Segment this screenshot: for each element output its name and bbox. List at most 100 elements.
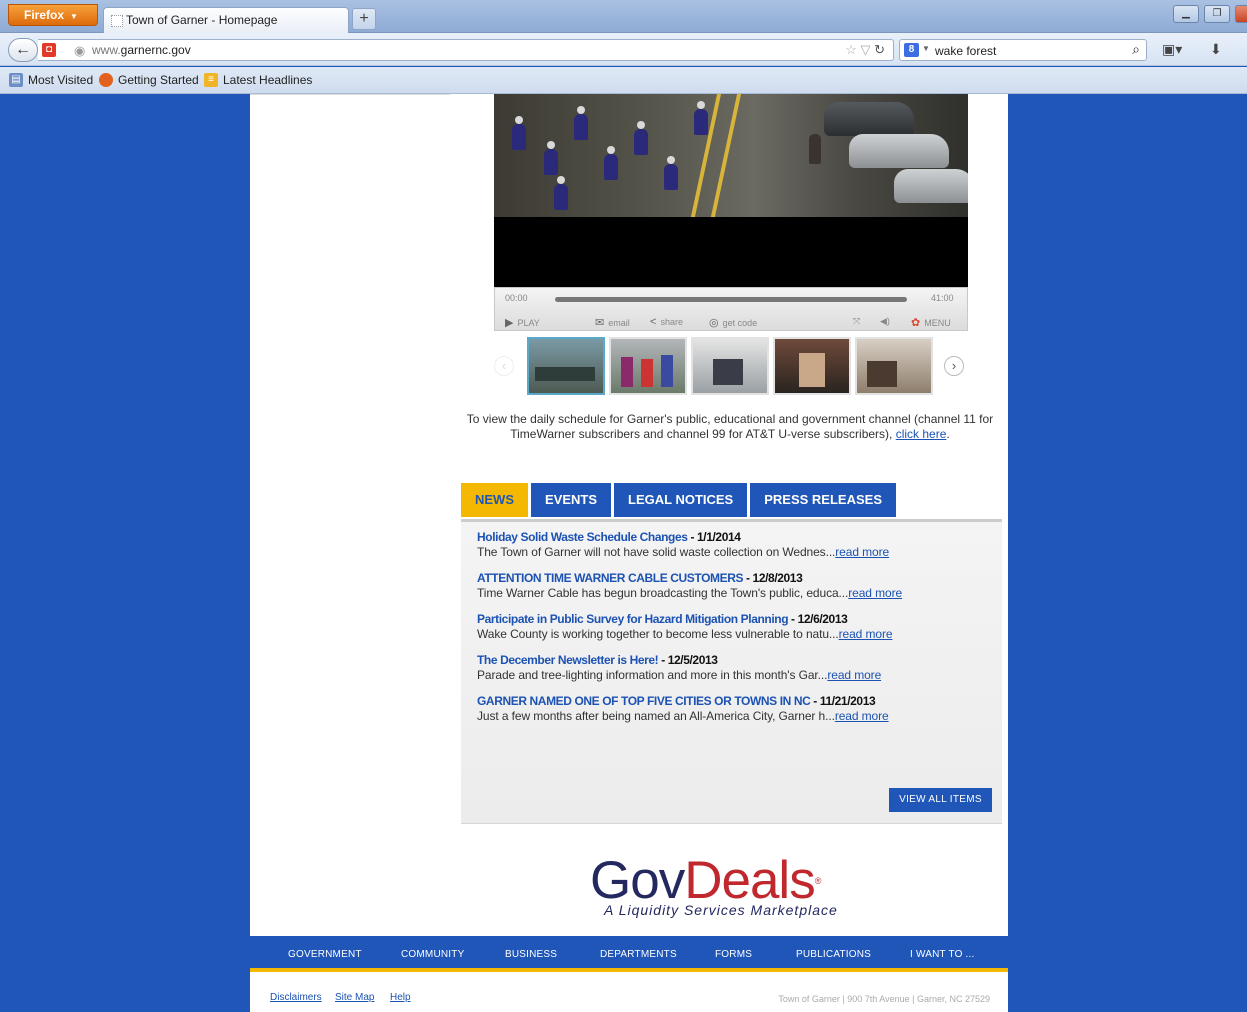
search-engine-icon[interactable]: 8 (904, 43, 919, 57)
news-title-link[interactable]: The December Newsletter is Here! (477, 653, 659, 667)
time-current: 00:00 (505, 293, 528, 303)
share-icon: < (650, 316, 657, 328)
news-summary: Just a few months after being named an A… (477, 709, 997, 723)
reload-icon[interactable]: ↻ (874, 42, 885, 57)
footer-nav-community[interactable]: COMMUNITY (401, 949, 464, 960)
thumbs-prev-icon[interactable]: ‹ (494, 356, 514, 376)
tab-press-releases[interactable]: PRESS RELEASES (750, 483, 896, 517)
bookmark-getting-started[interactable]: Getting Started (99, 73, 199, 87)
footer-nav-i-want-to[interactable]: I WANT TO ... (910, 949, 974, 960)
navigation-toolbar: ← ◘ ◉ www.garnernc.gov ☆ ▽ ↻ 8 ▼ wake fo… (0, 33, 1247, 66)
history-dropdown-icon[interactable]: ▽ (860, 42, 870, 57)
menu-button[interactable]: ✿ MENU (911, 316, 951, 329)
page-viewport: 00:00 41:00 ▶ PLAY ✉ email < share ◎ get cod… (4, 94, 1247, 1012)
progress-track[interactable] (555, 297, 907, 302)
restore-icon[interactable]: ❐ (1204, 5, 1230, 23)
bookmark-latest-headlines[interactable]: ≡ Latest Headlines (204, 73, 312, 87)
email-icon: ✉ (595, 317, 605, 329)
read-more-link[interactable]: read more (839, 627, 893, 641)
firefox-icon (99, 73, 113, 87)
play-icon: ▶ (505, 317, 514, 329)
footer-link-site-map[interactable]: Site Map (335, 992, 374, 1003)
read-more-link[interactable]: read more (835, 545, 889, 559)
marcher-figure (554, 176, 568, 210)
back-arrow-icon: ← (15, 41, 31, 58)
bookmark-most-visited[interactable]: ▤ Most Visited (9, 73, 93, 87)
share-label: share (660, 317, 683, 327)
get-code-button[interactable]: ◎ get code (709, 316, 757, 329)
govdeals-logo: GovDeals® (590, 854, 880, 908)
new-tab-button[interactable]: + (352, 8, 376, 30)
read-more-link[interactable]: read more (827, 668, 881, 682)
time-total: 41:00 (931, 293, 954, 303)
read-more-link[interactable]: read more (835, 709, 889, 723)
video-thumbnail[interactable] (691, 337, 769, 395)
search-icon[interactable]: ⌕ (1132, 41, 1140, 58)
tab-legal-notices[interactable]: LEGAL NOTICES (614, 483, 748, 517)
footer-link-disclaimers[interactable]: Disclaimers (270, 992, 322, 1003)
footer-nav-government[interactable]: GOVERNMENT (288, 949, 362, 960)
email-label: email (608, 317, 630, 328)
bookmarks-menu-icon[interactable]: ▣▾ (1162, 41, 1182, 58)
news-title-link[interactable]: Holiday Solid Waste Schedule Changes (477, 530, 688, 544)
town-address: Town of Garner | 900 7th Avenue | Garner… (778, 994, 990, 1004)
tab-news[interactable]: NEWS (461, 483, 528, 517)
video-frame (494, 94, 968, 217)
govdeals-ad[interactable]: GovDeals® A Liquidity Services Marketpla… (590, 854, 880, 924)
thumb-detail (867, 361, 897, 387)
news-title-link[interactable]: GARNER NAMED ONE OF TOP FIVE CITIES OR T… (477, 694, 811, 708)
marcher-figure (604, 146, 618, 180)
site-identity-icon[interactable]: ◘ (42, 43, 56, 57)
close-window-icon[interactable] (1235, 5, 1247, 23)
email-button[interactable]: ✉ email (595, 316, 630, 329)
video-thumbnail[interactable] (609, 337, 687, 395)
search-bar[interactable]: 8 ▼ wake forest ⌕ (899, 39, 1147, 61)
list-item: Participate in Public Survey for Hazard … (477, 612, 997, 641)
url-controls: ☆ ▽ ↻ (845, 42, 885, 58)
thumb-detail (621, 357, 633, 387)
bookmark-label: Getting Started (118, 73, 199, 87)
video-thumbnail[interactable] (773, 337, 851, 395)
browser-tab[interactable]: Town of Garner - Homepage (103, 7, 349, 33)
volume-icon[interactable]: ◀) (880, 316, 890, 327)
play-button[interactable]: ▶ PLAY (505, 316, 540, 329)
minimize-icon[interactable]: ▁ (1173, 5, 1199, 23)
address-bar[interactable]: ◘ ◉ www.garnernc.gov ☆ ▽ ↻ (38, 39, 894, 61)
news-excerpt: Time Warner Cable has begun broadcasting… (477, 586, 849, 600)
marcher-figure (544, 141, 558, 175)
news-excerpt: Parade and tree-lighting information and… (477, 668, 828, 682)
video-thumbnail[interactable] (527, 337, 605, 395)
video-thumbnail[interactable] (855, 337, 933, 395)
thumbs-next-icon[interactable]: › (944, 356, 964, 376)
video-thumbnail-strip: ‹ › (494, 336, 968, 398)
tab-events[interactable]: EVENTS (531, 483, 612, 517)
news-date: - 1/1/2014 (687, 530, 741, 544)
footer-nav-forms[interactable]: FORMS (715, 949, 752, 960)
spectator-figure (809, 134, 821, 164)
footer-nav-publications[interactable]: PUBLICATIONS (796, 949, 871, 960)
footer-nav-departments[interactable]: DEPARTMENTS (600, 949, 677, 960)
footer-nav-business[interactable]: BUSINESS (505, 949, 557, 960)
search-input[interactable]: wake forest (935, 44, 996, 58)
view-all-items-button[interactable]: VIEW ALL ITEMS (889, 788, 992, 812)
downloads-icon[interactable]: ⬇ (1210, 41, 1222, 58)
news-excerpt: Just a few months after being named an A… (477, 709, 835, 723)
news-title-link[interactable]: ATTENTION TIME WARNER CABLE CUSTOMERS (477, 571, 743, 585)
page-container: 00:00 41:00 ▶ PLAY ✉ email < share ◎ get cod… (250, 94, 1008, 1012)
schedule-link[interactable]: click here (896, 427, 947, 441)
firefox-menu-label: Firefox (24, 8, 65, 22)
menu-label: MENU (924, 317, 951, 328)
search-engine-dropdown-icon[interactable]: ▼ (922, 44, 930, 53)
car-shape (824, 102, 914, 136)
read-more-link[interactable]: read more (848, 586, 902, 600)
share-button[interactable]: < share (650, 316, 683, 328)
footer-link-help[interactable]: Help (390, 992, 411, 1003)
url-domain: garnernc.gov (120, 43, 191, 57)
bookmarks-toolbar: ▤ Most Visited Getting Started ≡ Latest … (0, 67, 1247, 94)
video-player[interactable] (494, 94, 968, 287)
news-title-link[interactable]: Participate in Public Survey for Hazard … (477, 612, 789, 626)
firefox-menu-button[interactable]: Firefox ▼ (8, 4, 98, 26)
fullscreen-icon[interactable]: ⤧ (853, 316, 860, 327)
bookmark-star-icon[interactable]: ☆ (845, 42, 857, 57)
back-button[interactable]: ← (8, 38, 38, 62)
